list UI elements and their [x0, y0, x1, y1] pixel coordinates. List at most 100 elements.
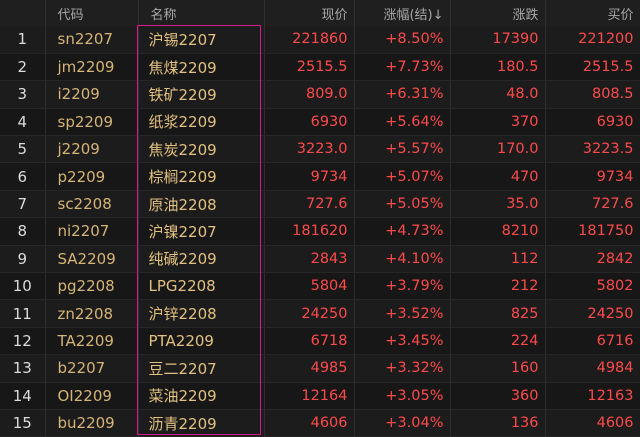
row-index: 4 [0, 108, 46, 137]
price-change: 160 [450, 354, 546, 383]
contract-name: PTA2209 [138, 327, 265, 356]
price-change: 180.5 [450, 53, 546, 82]
price-change: 370 [450, 108, 546, 137]
table-row[interactable]: 8 ni2207 沪镍2207 181620 +4.73% 8210 181750 [0, 217, 640, 246]
change-percent: +4.10% [354, 245, 451, 274]
last-price: 9734 [264, 162, 355, 191]
contract-code: ni2207 [45, 217, 139, 246]
contract-code: OI2209 [45, 382, 139, 410]
bid-price: 3223.5 [545, 135, 640, 164]
header-row: 代码 名称 现价 涨幅(结)↓ 涨跌 买价 [0, 0, 640, 26]
change-percent: +3.05% [354, 382, 451, 410]
table-row[interactable]: 9 SA2209 纯碱2209 2843 +4.10% 112 2842 [0, 245, 640, 274]
contract-code: pg2208 [45, 272, 139, 301]
last-price: 6930 [264, 108, 355, 137]
change-percent: +5.57% [354, 135, 451, 164]
row-index: 3 [0, 80, 46, 109]
header-bid[interactable]: 买价 [545, 0, 640, 26]
last-price: 6718 [264, 327, 355, 356]
contract-name: 棕榈2209 [138, 162, 265, 191]
bid-price: 181750 [545, 217, 640, 246]
bid-price: 12163 [545, 382, 640, 410]
bid-price: 24250 [545, 299, 640, 328]
header-code[interactable]: 代码 [45, 0, 139, 26]
price-change: 224 [450, 327, 546, 356]
change-percent: +6.31% [354, 80, 451, 109]
table-row[interactable]: 1 sn2207 沪锡2207 221860 +8.50% 17390 221200 [0, 26, 640, 54]
header-name[interactable]: 名称 [138, 0, 265, 26]
last-price: 4606 [264, 409, 355, 437]
change-percent: +5.64% [354, 108, 451, 137]
contract-code: p2209 [45, 162, 139, 191]
table-row[interactable]: 10 pg2208 LPG2208 5804 +3.79% 212 5802 [0, 272, 640, 301]
price-change: 470 [450, 162, 546, 191]
table-row[interactable]: 11 zn2208 沪锌2208 24250 +3.52% 825 24250 [0, 299, 640, 328]
bid-price: 5802 [545, 272, 640, 301]
table-row[interactable]: 4 sp2209 纸浆2209 6930 +5.64% 370 6930 [0, 108, 640, 137]
change-percent: +3.04% [354, 409, 451, 437]
table-row[interactable]: 2 jm2209 焦煤2209 2515.5 +7.73% 180.5 2515.5 [0, 53, 640, 82]
table-row[interactable]: 7 sc2208 原油2208 727.6 +5.05% 35.0 727.6 [0, 190, 640, 219]
bid-price: 6930 [545, 108, 640, 137]
table-row[interactable]: 5 j2209 焦炭2209 3223.0 +5.57% 170.0 3223.5 [0, 135, 640, 164]
row-index: 2 [0, 53, 46, 82]
contract-name: 焦炭2209 [138, 135, 265, 164]
bid-price: 4606 [545, 409, 640, 437]
contract-name: 沪锡2207 [138, 26, 265, 54]
last-price: 3223.0 [264, 135, 355, 164]
row-index: 9 [0, 245, 46, 274]
contract-name: 沪锌2208 [138, 299, 265, 328]
header-change[interactable]: 涨跌 [450, 0, 546, 26]
contract-code: b2207 [45, 354, 139, 383]
row-index: 14 [0, 382, 46, 410]
contract-name: 焦煤2209 [138, 53, 265, 82]
contract-name: 沥青2209 [138, 409, 265, 437]
row-index: 5 [0, 135, 46, 164]
table-row[interactable]: 14 OI2209 菜油2209 12164 +3.05% 360 12163 [0, 382, 640, 410]
contract-code: jm2209 [45, 53, 139, 82]
contract-name: 纸浆2209 [138, 108, 265, 137]
header-change-pct[interactable]: 涨幅(结)↓ [354, 0, 451, 26]
price-change: 360 [450, 382, 546, 410]
contract-name: 豆二2207 [138, 354, 265, 383]
change-percent: +8.50% [354, 26, 451, 54]
row-index: 1 [0, 26, 46, 54]
change-percent: +5.05% [354, 190, 451, 219]
price-change: 112 [450, 245, 546, 274]
table-row[interactable]: 6 p2209 棕榈2209 9734 +5.07% 470 9734 [0, 162, 640, 191]
last-price: 24250 [264, 299, 355, 328]
bid-price: 6716 [545, 327, 640, 356]
change-percent: +7.73% [354, 53, 451, 82]
contract-name: 沪镍2207 [138, 217, 265, 246]
bid-price: 2842 [545, 245, 640, 274]
price-change: 825 [450, 299, 546, 328]
bid-price: 808.5 [545, 80, 640, 109]
header-index [0, 0, 46, 26]
contract-code: bu2209 [45, 409, 139, 437]
last-price: 727.6 [264, 190, 355, 219]
row-index: 13 [0, 354, 46, 383]
change-percent: +3.45% [354, 327, 451, 356]
price-change: 17390 [450, 26, 546, 54]
row-index: 11 [0, 299, 46, 328]
table-row[interactable]: 15 bu2209 沥青2209 4606 +3.04% 136 4606 [0, 409, 640, 437]
table-row[interactable]: 3 i2209 铁矿2209 809.0 +6.31% 48.0 808.5 [0, 80, 640, 109]
price-change: 8210 [450, 217, 546, 246]
last-price: 181620 [264, 217, 355, 246]
futures-quote-table: 代码 名称 现价 涨幅(结)↓ 涨跌 买价 1 sn2207 沪锡2207 22186… [0, 0, 640, 437]
contract-code: sc2208 [45, 190, 139, 219]
last-price: 2843 [264, 245, 355, 274]
table-row[interactable]: 12 TA2209 PTA2209 6718 +3.45% 224 6716 [0, 327, 640, 356]
price-change: 212 [450, 272, 546, 301]
bid-price: 4984 [545, 354, 640, 383]
price-change: 136 [450, 409, 546, 437]
contract-name: LPG2208 [138, 272, 265, 301]
change-percent: +3.52% [354, 299, 451, 328]
contract-code: sp2209 [45, 108, 139, 137]
price-change: 170.0 [450, 135, 546, 164]
table-row[interactable]: 13 b2207 豆二2207 4985 +3.32% 160 4984 [0, 354, 640, 383]
contract-name: 纯碱2209 [138, 245, 265, 274]
header-price[interactable]: 现价 [264, 0, 355, 26]
row-index: 7 [0, 190, 46, 219]
last-price: 12164 [264, 382, 355, 410]
